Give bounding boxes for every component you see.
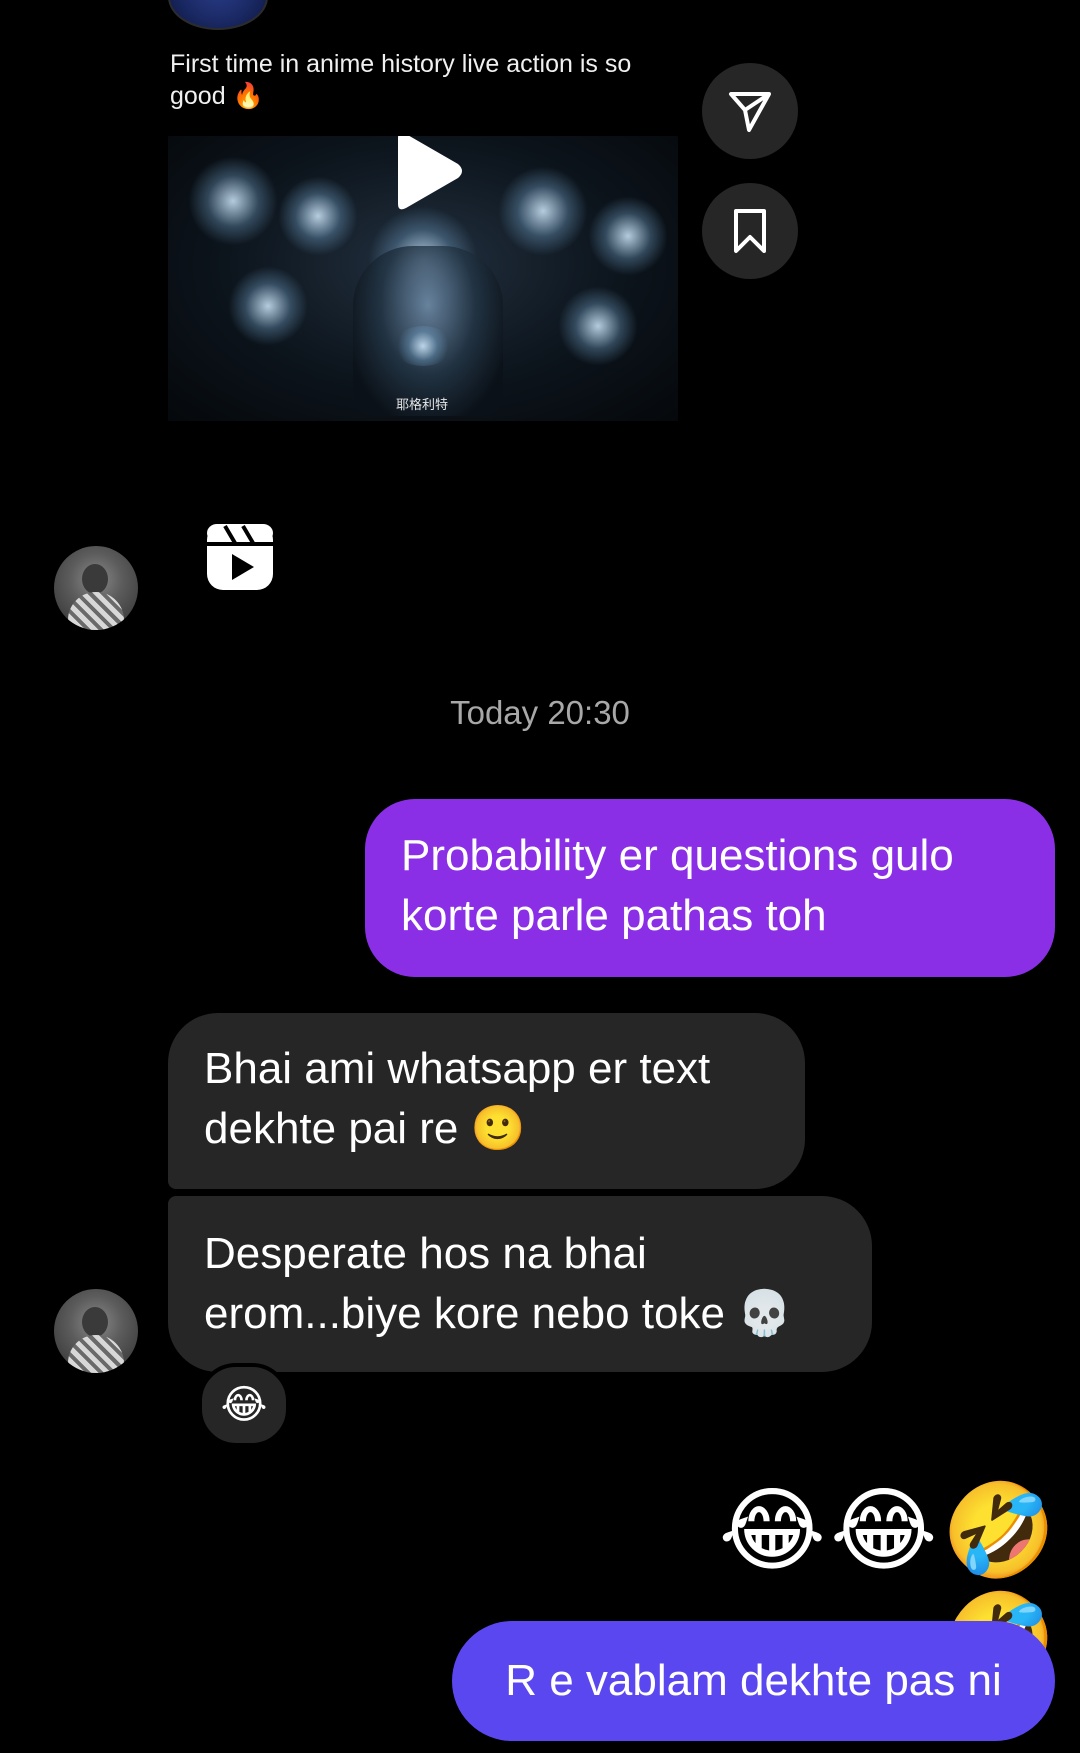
message-reaction[interactable]: 😂 (198, 1363, 290, 1447)
received-message-bubble[interactable]: Desperate hos na bhai erom...biye kore n… (168, 1196, 872, 1372)
chat-timestamp: Today 20:30 (450, 694, 630, 731)
shared-post-thumbnail[interactable]: 耶格利特 (168, 136, 678, 421)
contact-avatar[interactable] (54, 546, 138, 630)
message-text: Desperate hos na bhai erom...biye kore n… (204, 1229, 792, 1338)
message-text: R e vablam dekhte pas ni (505, 1656, 1002, 1705)
sent-message-bubble[interactable]: R e vablam dekhte pas ni (452, 1621, 1055, 1741)
received-message-bubble[interactable]: Bhai ami whatsapp er text dekhte pai re … (168, 1013, 805, 1189)
send-icon[interactable] (702, 63, 798, 159)
shared-post-caption: First time in anime history live action … (170, 50, 632, 110)
contact-avatar[interactable] (54, 1289, 138, 1373)
reels-icon[interactable] (205, 522, 275, 592)
play-icon[interactable] (380, 136, 470, 216)
shared-post-author-avatar[interactable] (168, 0, 268, 30)
bookmark-icon[interactable] (702, 183, 798, 279)
thumbnail-subtitle: 耶格利特 (396, 398, 449, 413)
message-text: Probability er questions gulo korte parl… (401, 831, 954, 940)
message-text: Bhai ami whatsapp er text dekhte pai re … (204, 1044, 711, 1153)
sent-message-bubble[interactable]: Probability er questions gulo korte parl… (365, 799, 1055, 977)
sent-emoji-message[interactable]: 😂😂🤣🤣 (600, 1476, 1060, 1694)
